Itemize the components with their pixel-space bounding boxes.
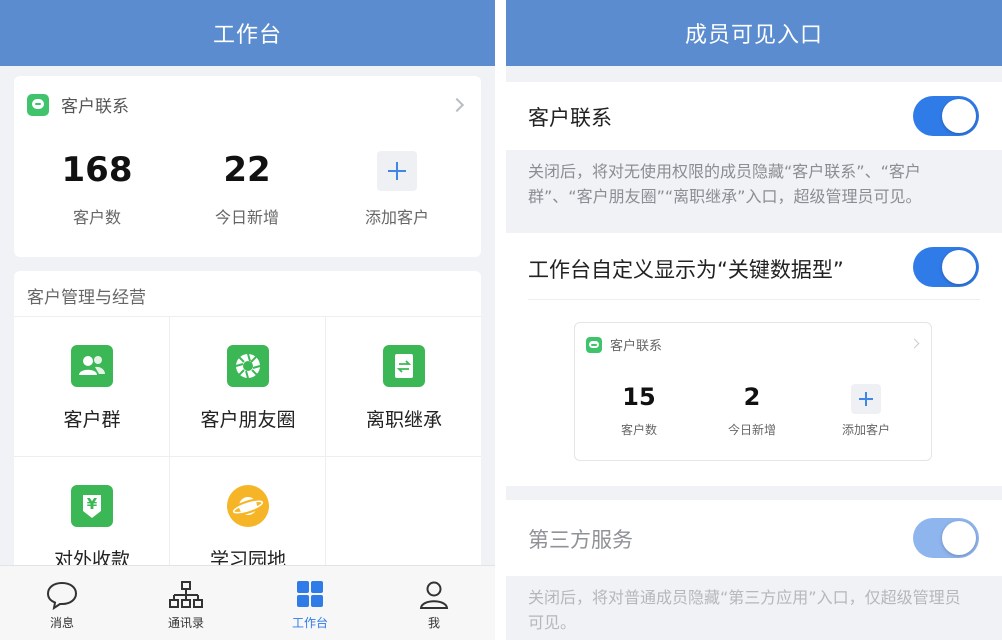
- tab-contacts[interactable]: 通讯录: [124, 566, 248, 640]
- divider: [528, 299, 980, 300]
- chevron-right-icon[interactable]: [449, 97, 465, 113]
- customer-count-value: 168: [61, 150, 133, 190]
- customer-group-icon: [71, 345, 113, 387]
- tab-label: 通讯录: [167, 616, 204, 630]
- setting-row-customer-contact: 客户联系: [506, 82, 1002, 150]
- customer-management-card: 客户管理与经营 客户群 客户朋友圈 离职继承 ¥ 对外收款 学习园地: [14, 271, 481, 571]
- customer-contact-toggle[interactable]: [913, 96, 979, 136]
- yuan-payment-icon: ¥: [71, 485, 113, 527]
- add-customer-label: 添加客户: [364, 208, 429, 227]
- transfer-doc-icon: [383, 345, 425, 387]
- third-party-toggle[interactable]: [913, 518, 979, 558]
- tool-name: 离职继承: [365, 409, 442, 431]
- customer-count-label: 客户数: [72, 208, 121, 227]
- divider: [14, 456, 481, 457]
- yuan-glyph: ¥: [86, 495, 98, 513]
- tab-me[interactable]: 我: [372, 566, 495, 640]
- chat-bubble-icon: [46, 581, 78, 610]
- tool-name: 客户群: [63, 409, 121, 431]
- tool-customer-group[interactable]: 客户群: [14, 345, 170, 432]
- tool-name: 客户朋友圈: [200, 409, 296, 431]
- divider: [14, 316, 481, 317]
- key-data-toggle[interactable]: [913, 247, 979, 287]
- customer-contact-note: 关闭后，将对无使用权限的成员隐藏“客户联系”、“客户群”、“客户朋友圈”“离职继…: [528, 162, 922, 206]
- preview-title: 客户联系: [610, 339, 663, 354]
- setting-title: 第三方服务: [528, 528, 633, 552]
- preview-new-today-value: 2: [743, 383, 761, 411]
- customer-contact-header: 客户联系: [27, 92, 129, 117]
- member-entry-screen: 成员可见入口 客户联系 关闭后，将对无使用权限的成员隐藏“客户联系”、“客户群”…: [506, 0, 1002, 640]
- moments-shutter-icon: [227, 345, 269, 387]
- bottom-tab-bar: 消息 通讯录 工作台 我: [0, 565, 495, 640]
- wechat-work-icon: [27, 93, 49, 116]
- management-section-title: 客户管理与经营: [27, 288, 146, 308]
- preview-customer-count-value: 15: [622, 383, 656, 411]
- tool-customer-moments[interactable]: 客户朋友圈: [170, 345, 326, 432]
- tool-external-payment[interactable]: ¥ 对外收款: [14, 485, 170, 572]
- new-today-value: 22: [223, 150, 271, 190]
- setting-row-third-party: 第三方服务: [506, 500, 1002, 576]
- preview-new-today: 2 今日新增: [702, 383, 802, 438]
- org-chart-icon: [169, 581, 203, 608]
- tab-label: 我: [427, 616, 440, 630]
- tool-learning-garden[interactable]: 学习园地: [170, 485, 326, 572]
- customer-contact-title: 客户联系: [61, 97, 129, 117]
- preview-customer-count: 15 客户数: [589, 383, 689, 438]
- customer-contact-card[interactable]: 客户联系 168 客户数 22 今日新增 0 添加客户: [14, 76, 481, 257]
- preview-new-today-label: 今日新增: [727, 423, 776, 437]
- setting-title: 客户联系: [528, 106, 612, 130]
- tab-label: 工作台: [291, 616, 328, 630]
- setting-title: 工作台自定义显示为“关键数据型”: [528, 258, 844, 282]
- add-customer-stat[interactable]: 0 添加客户: [327, 150, 467, 228]
- tool-resignation-inherit[interactable]: 离职继承: [326, 345, 482, 432]
- chevron-right-icon: [909, 338, 920, 349]
- grid-icon: [297, 581, 323, 607]
- preview-header: 客户联系: [586, 335, 662, 354]
- new-today-stat[interactable]: 22 今日新增: [177, 150, 317, 228]
- third-party-note: 关闭后，将对普通成员隐藏“第三方应用”入口，仅超级管理员可见。: [528, 588, 961, 632]
- tab-label: 消息: [49, 616, 74, 630]
- wechat-work-icon: [586, 336, 602, 353]
- person-icon: [419, 581, 449, 609]
- preview-add-label: 添加客户: [841, 423, 890, 437]
- tab-workbench[interactable]: 工作台: [248, 566, 372, 640]
- planet-icon: [227, 485, 269, 527]
- preview-customer-count-label: 客户数: [620, 423, 657, 437]
- nav-title: 成员可见入口: [506, 0, 1002, 66]
- new-today-label: 今日新增: [214, 208, 279, 227]
- preview-add-customer: 0 添加客户: [816, 383, 916, 438]
- key-data-preview-card: 客户联系 15 客户数 2 今日新增 0 添加客户: [574, 322, 932, 461]
- tab-messages[interactable]: 消息: [0, 566, 124, 640]
- customer-count-stat[interactable]: 168 客户数: [27, 150, 167, 228]
- nav-title: 工作台: [0, 0, 495, 66]
- workbench-screen: 工作台 客户联系 168 客户数 22 今日新增 0 添加客户 客户管理与经营: [0, 0, 495, 640]
